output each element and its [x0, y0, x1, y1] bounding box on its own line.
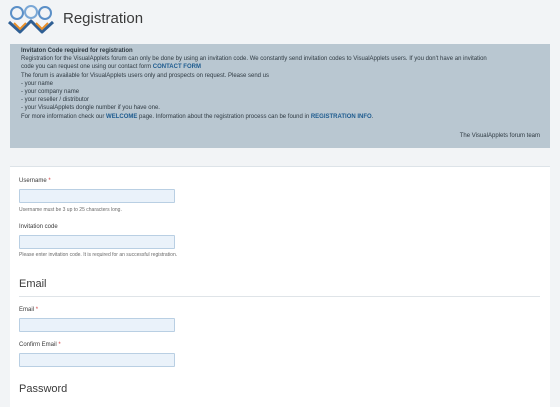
- required-marker: *: [48, 178, 51, 184]
- invitation-code-label: Invitation code: [19, 224, 58, 230]
- notice-line: The forum is available for VisualApplets…: [21, 72, 270, 79]
- email-label: Email *: [19, 307, 39, 313]
- email-section-title: Email: [19, 278, 47, 290]
- notice-text: .: [371, 113, 374, 120]
- required-marker: *: [58, 342, 61, 348]
- username-input[interactable]: [19, 189, 175, 203]
- notice-signature: The VisualApplets forum team: [459, 133, 540, 139]
- invitation-code-input[interactable]: [19, 235, 175, 249]
- required-marker: *: [35, 307, 39, 313]
- contact-form-link[interactable]: CONTACT FORM: [153, 64, 201, 70]
- page-title: Registration: [63, 10, 144, 27]
- invitation-code-hint: Please enter invitation code. It is requ…: [19, 252, 178, 258]
- notice-list-item: - your reseller / distributor: [21, 97, 90, 104]
- confirm-email-label: Confirm Email *: [19, 342, 61, 348]
- invitation-notice: Invitaton Code required for registration…: [10, 44, 550, 148]
- username-hint: Username must be 3 up to 25 characters l…: [19, 207, 122, 213]
- notice-list-item: - your name: [21, 80, 54, 87]
- section-divider: [19, 296, 540, 297]
- email-input[interactable]: [19, 318, 175, 332]
- welcome-link[interactable]: WELCOME: [106, 114, 137, 120]
- notice-list-item: - your VisualApplets dongle number if yo…: [21, 105, 160, 112]
- notice-text: page. Information about the registration…: [137, 113, 311, 120]
- username-label: Username *: [19, 178, 51, 184]
- notice-text: code you can request one using our conta…: [21, 64, 153, 71]
- registration-info-link[interactable]: REGISTRATION INFO: [311, 114, 372, 120]
- confirm-email-input[interactable]: [19, 353, 175, 367]
- notice-list-item: - your company name: [21, 89, 80, 96]
- registration-form: Username * Username must be 3 up to 25 c…: [10, 166, 550, 407]
- password-section-title: Password: [19, 383, 68, 395]
- visualapplets-logo-icon: [7, 5, 55, 34]
- notice-line: Registration for the VisualApplets forum…: [21, 56, 487, 63]
- notice-heading: Invitaton Code required for registration: [21, 48, 133, 54]
- page-header: Registration: [0, 0, 560, 40]
- notice-text: For more information check our: [21, 113, 107, 120]
